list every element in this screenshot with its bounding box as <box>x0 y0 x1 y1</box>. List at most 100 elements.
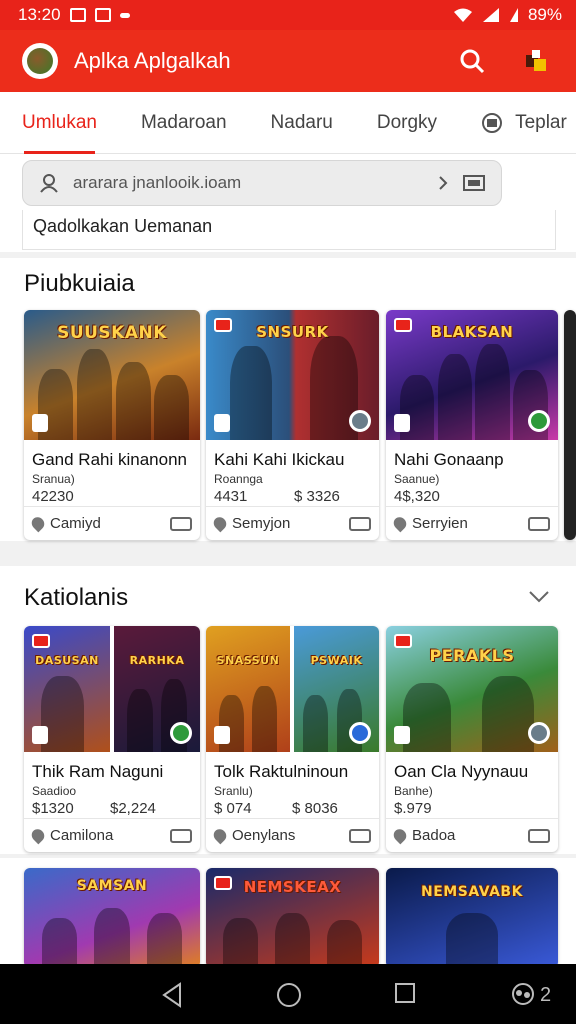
tab-label: Teplar <box>515 111 567 133</box>
app-title: Oan Cla Nyynauu <box>394 762 529 781</box>
app-card[interactable]: NEMSKEAX <box>206 868 379 968</box>
tab-madaroan[interactable]: Madaroan <box>119 92 249 154</box>
footer-label: Camilona <box>50 827 114 844</box>
card-icon[interactable] <box>349 828 371 843</box>
wifi-icon <box>453 8 472 22</box>
footer-label: Oenylans <box>232 827 296 844</box>
app-art: RARHKA <box>114 626 200 752</box>
app-title: Kahi Kahi Ikickau <box>214 450 345 469</box>
app-art: SNSURK <box>206 310 379 440</box>
location-pin-icon <box>211 514 229 533</box>
location-pin-icon <box>29 826 47 845</box>
signal-icon-2 <box>509 8 518 22</box>
search-value: ararara jnanlooik.ioam <box>73 173 242 192</box>
badge-icon <box>32 634 50 648</box>
status-bar: 13:20 89% <box>0 0 576 30</box>
card-footer: Badoa <box>386 818 558 852</box>
search-suggestion[interactable]: Qadolkakan Uemanan <box>22 210 556 250</box>
tab-bar: Umlukan Madaroan Nadaru Dorgky Teplar <box>0 92 576 154</box>
app-price: 4$,320 <box>394 488 440 505</box>
home-icon[interactable] <box>276 982 302 1008</box>
footer-label: Camiyd <box>50 515 101 532</box>
app-card[interactable]: PERAKLS Oan Cla Nyynauu Banhe) $.979 Bad… <box>386 626 558 852</box>
card-icon[interactable] <box>528 516 550 531</box>
mail-icon <box>94 8 111 22</box>
card-footer: Camilona <box>24 818 200 852</box>
app-card[interactable]: SNSURK Kahi Kahi Ikickau Roannga 4431 $ … <box>206 310 379 540</box>
badge-icon <box>214 726 230 744</box>
app-title: Aplka Aplgalkah <box>74 48 231 73</box>
verified-icon <box>349 722 371 744</box>
status-time: 13:20 <box>18 5 61 24</box>
app-card[interactable]: SUUSKANK Gand Rahi kinanonn Sranua) 4223… <box>24 310 200 540</box>
app-price-2: $ 8036 <box>292 800 338 817</box>
app-card[interactable]: NEMSAVABK <box>386 868 558 968</box>
verified-icon <box>170 722 192 744</box>
notification-dot-icon <box>119 12 130 18</box>
card-icon[interactable] <box>170 828 192 843</box>
keyboard-icon[interactable] <box>463 174 485 192</box>
recents-icon[interactable] <box>394 982 416 1004</box>
section-piubkuiaia: Piubkuiaia SUUSKANK Gand Rahi kinanonn S… <box>0 258 576 541</box>
app-art: NEMSAVABK <box>386 868 558 968</box>
location-pin-icon <box>391 514 409 533</box>
search-input[interactable]: ararara jnanlooik.ioam <box>22 160 502 206</box>
badge-icon <box>214 318 232 332</box>
tab-umlukan[interactable]: Umlukan <box>0 92 119 154</box>
app-card[interactable]: SNASSUN PSWAIK Tolk Raktulninoun Sranlu)… <box>206 626 379 852</box>
app-art: DASUSAN <box>24 626 110 752</box>
app-art: BLAKSAN <box>386 310 558 440</box>
tab-teplar[interactable]: Teplar <box>459 92 576 154</box>
tab-nadaru[interactable]: Nadaru <box>249 92 355 154</box>
art-title: BLAKSAN <box>430 323 514 341</box>
assistant-icon[interactable] <box>510 982 536 1006</box>
art-title: DASUSAN <box>35 653 99 667</box>
location-pin-icon <box>29 514 47 533</box>
card-icon[interactable] <box>170 516 192 531</box>
badge-icon <box>32 414 48 432</box>
art-title: RARHKA <box>129 653 185 667</box>
search-area: ararara jnanlooik.ioam Qadolkakan Uemana… <box>0 154 576 252</box>
search-button[interactable] <box>454 43 490 79</box>
footer-label: Badoa <box>412 827 456 844</box>
section-title: Piubkuiaia <box>24 270 135 297</box>
app-card[interactable]: BLAKSAN Nahi Gonaanp Saanue) 4$,320 Serr… <box>386 310 558 540</box>
app-card[interactable]: DASUSAN RARHKA Thik Ram Naguni Saadioo $… <box>24 626 200 852</box>
app-price: $1320 <box>32 800 74 817</box>
chevron-right-icon[interactable] <box>437 175 449 191</box>
card-icon[interactable] <box>528 828 550 843</box>
back-icon[interactable] <box>160 982 184 1008</box>
section-3: SAMSAN NEMSKEAX NEMSAVABK <box>0 858 576 968</box>
app-price: 42230 <box>32 488 74 505</box>
tab-label: Umlukan <box>22 111 97 133</box>
app-card[interactable]: SAMSAN <box>24 868 200 968</box>
card-footer: Semyjon <box>206 506 379 540</box>
profile-button[interactable] <box>518 43 554 79</box>
tab-label: Nadaru <box>270 111 333 133</box>
avatar-icon <box>526 50 546 71</box>
gallery-icon <box>69 8 86 22</box>
app-art: SNASSUN <box>206 626 290 752</box>
app-subtitle: Saanue) <box>394 472 440 486</box>
card-icon[interactable] <box>349 516 371 531</box>
app-art: NEMSKEAX <box>206 868 379 968</box>
app-card-partial[interactable] <box>564 310 576 540</box>
tab-label: Dorgky <box>376 111 438 133</box>
card-footer: Serryien <box>386 506 558 540</box>
badge-icon <box>394 414 410 432</box>
location-pin-icon <box>391 826 409 845</box>
tab-label: Madaroan <box>140 111 227 133</box>
system-nav-bar: 2 <box>0 964 576 1024</box>
badge-icon <box>394 726 410 744</box>
art-title: PERAKLS <box>429 646 515 666</box>
location-pin-icon <box>211 826 229 845</box>
footer-label: Serryien <box>412 515 468 532</box>
chevron-down-icon[interactable] <box>528 590 550 604</box>
art-title: SAMSAN <box>76 878 148 894</box>
user-icon <box>40 174 58 193</box>
art-title: SNASSUN <box>216 653 280 667</box>
app-subtitle: Banhe) <box>394 784 433 798</box>
tab-dorgky[interactable]: Dorgky <box>355 92 459 154</box>
app-logo-icon[interactable] <box>22 43 58 79</box>
card-footer: Camiyd <box>24 506 200 540</box>
